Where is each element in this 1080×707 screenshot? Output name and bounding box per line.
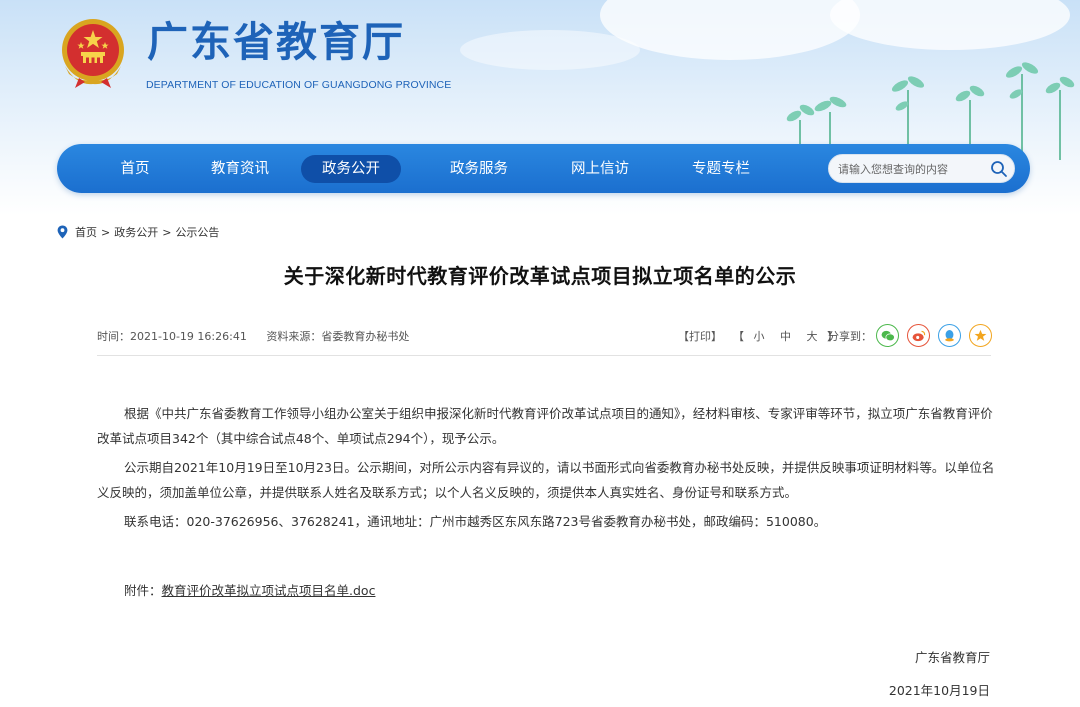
- search-box: [828, 154, 1015, 183]
- source: 资料来源：省委教育办秘书处: [266, 330, 410, 343]
- cloud-decoration: [830, 0, 1070, 50]
- nav-item-online-petition[interactable]: 网上信访: [550, 155, 650, 183]
- site-header: 广东省教育厅 DEPARTMENT OF EDUCATION OF GUANGD…: [0, 0, 1080, 215]
- weibo-icon[interactable]: [907, 324, 930, 347]
- search-input[interactable]: [838, 159, 988, 179]
- font-size-medium-button[interactable]: 中: [780, 330, 791, 343]
- share-bar: 分享到：: [828, 324, 992, 347]
- attachment-label: 附件：: [124, 583, 162, 598]
- cloud-decoration: [460, 30, 640, 70]
- breadcrumb-home[interactable]: 首页: [75, 224, 97, 240]
- location-pin-icon: [57, 225, 68, 239]
- meta-info: 时间：2021-10-19 16:26:41 资料来源：省委教育办秘书处: [97, 328, 409, 344]
- site-subtitle: DEPARTMENT OF EDUCATION OF GUANGDONG PRO…: [146, 79, 452, 91]
- article-paragraph: 根据《中共广东省委教育工作领导小组办公室关于组织申报深化新时代教育评价改革试点项…: [97, 406, 993, 446]
- breadcrumb-separator: >: [162, 225, 172, 239]
- article-paragraph: 公示期自2021年10月19日至10月23日。公示期间，对所公示内容有异议的，请…: [97, 460, 995, 500]
- font-size-small-button[interactable]: 小: [754, 330, 765, 343]
- attachment-link[interactable]: 教育评价改革拟立项试点项目名单.doc: [162, 583, 376, 598]
- breadcrumb-announcements[interactable]: 公示公告: [175, 224, 219, 240]
- site-title: 广东省教育厅: [147, 18, 405, 66]
- publish-time: 时间：2021-10-19 16:26:41: [97, 330, 247, 343]
- font-size-large-button[interactable]: 大: [807, 330, 818, 343]
- font-size-controls: 【 小 中 大 】: [733, 328, 838, 344]
- nav-item-special-topics[interactable]: 专题专栏: [671, 155, 771, 183]
- main-nav: 首页 教育资讯 政务公开 政务服务 网上信访 专题专栏: [57, 144, 1030, 193]
- article-meta: 时间：2021-10-19 16:26:41 资料来源：省委教育办秘书处 【打印…: [97, 322, 992, 356]
- wechat-icon[interactable]: [876, 324, 899, 347]
- nav-item-education-news[interactable]: 教育资讯: [190, 155, 290, 183]
- nav-item-government-affairs[interactable]: 政务公开: [301, 155, 401, 183]
- national-emblem-icon[interactable]: [57, 16, 129, 90]
- qq-icon[interactable]: [938, 324, 961, 347]
- breadcrumb: 首页 > 政务公开 > 公示公告: [57, 224, 219, 240]
- article-paragraph: 联系电话：020-37626956、37628241，通讯地址：广州市越秀区东风…: [124, 514, 827, 529]
- favorite-icon[interactable]: [969, 324, 992, 347]
- nav-item-government-services[interactable]: 政务服务: [429, 155, 529, 183]
- breadcrumb-government-affairs[interactable]: 政务公开: [114, 224, 158, 240]
- nav-item-home[interactable]: 首页: [85, 155, 185, 183]
- article-title: 关于深化新时代教育评价改革试点项目拟立项名单的公示: [283, 264, 797, 288]
- share-label: 分享到：: [828, 330, 872, 343]
- signature-date: 2021年10月19日: [888, 683, 990, 698]
- print-button[interactable]: 【打印】: [678, 328, 722, 344]
- breadcrumb-separator: >: [101, 225, 111, 239]
- font-size-bracket-open: 【: [733, 330, 744, 343]
- signature-org: 广东省教育厅: [914, 650, 990, 665]
- attachment: 附件：教育评价改革拟立项试点项目名单.doc: [124, 580, 375, 599]
- article-body: 根据《中共广东省委教育工作领导小组办公室关于组织申报深化新时代教育评价改革试点项…: [97, 402, 995, 540]
- search-icon[interactable]: [990, 160, 1008, 178]
